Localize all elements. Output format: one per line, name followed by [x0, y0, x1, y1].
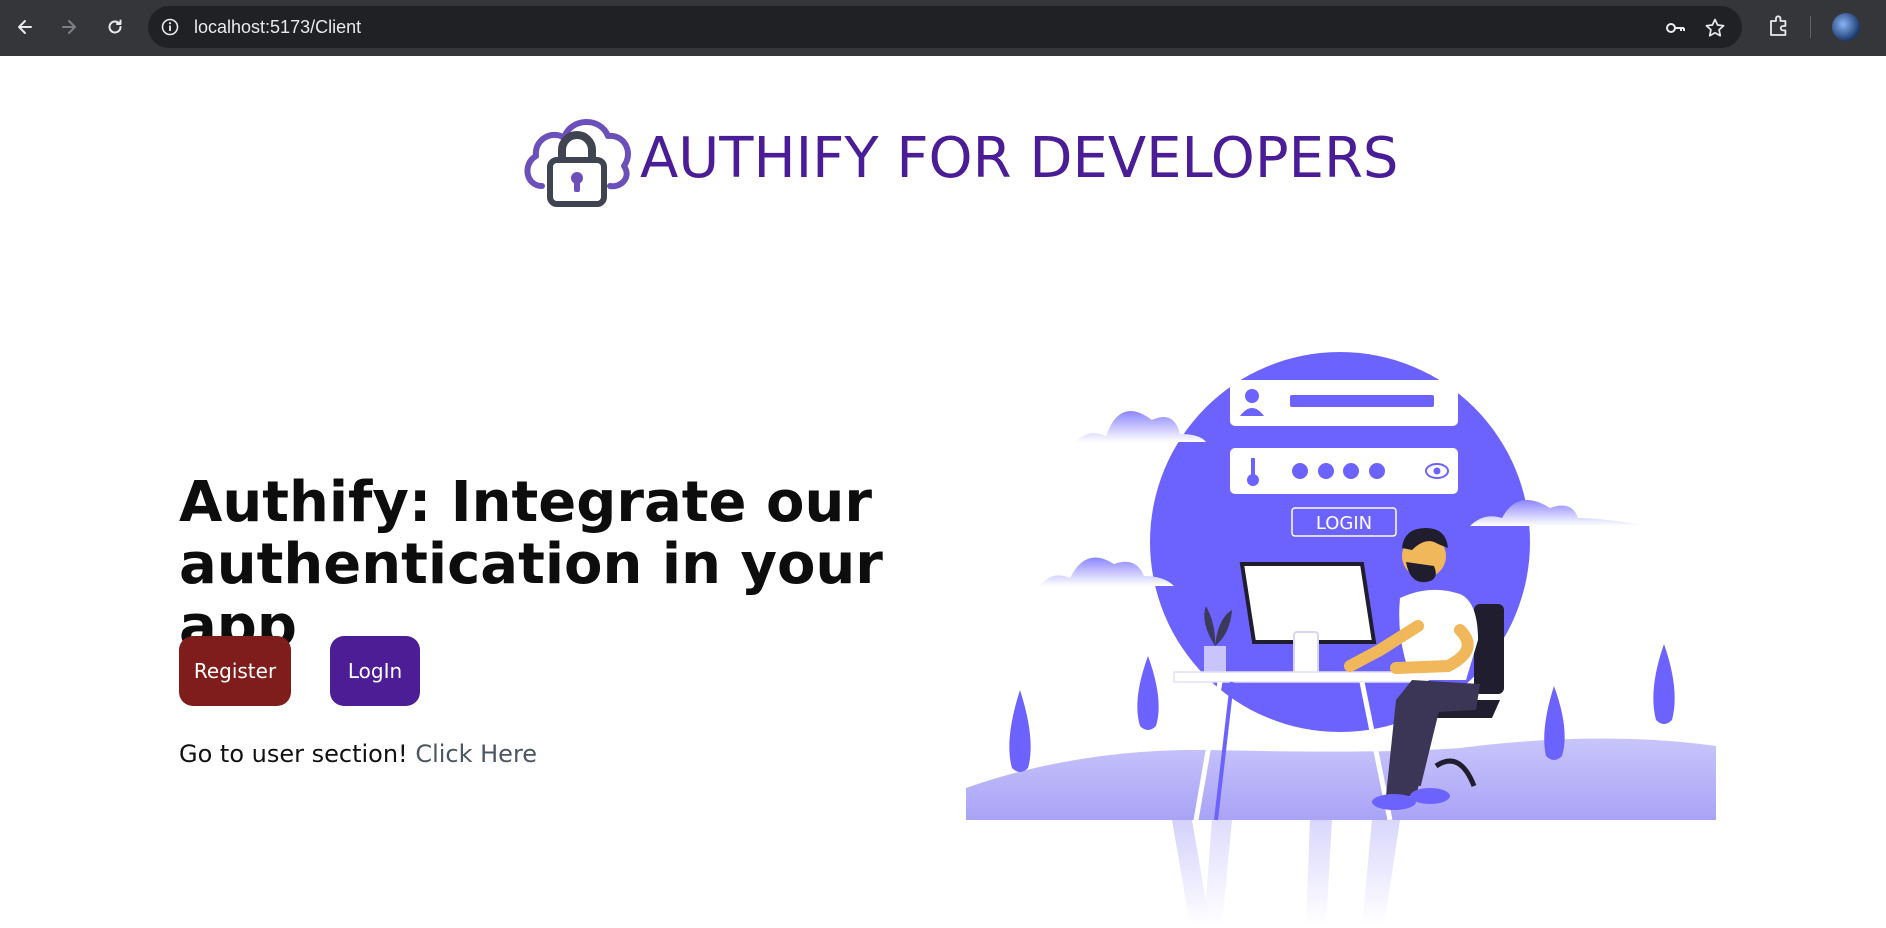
reflection	[1204, 820, 1232, 925]
extensions-puzzle-icon[interactable]	[1766, 13, 1792, 39]
password-dot	[1318, 463, 1334, 479]
user-section-link[interactable]: Click Here	[415, 740, 537, 768]
user-section-text: Go to user section!	[179, 740, 408, 768]
person-shoe	[1372, 794, 1416, 810]
brand-title: AUTHIFY FOR DEVELOPERS	[640, 125, 1399, 191]
monitor-icon	[1239, 562, 1377, 644]
site-info-icon[interactable]	[160, 17, 180, 37]
key-icon-shaft	[1251, 458, 1255, 476]
eye-icon-pupil	[1433, 467, 1441, 475]
password-dot	[1369, 463, 1385, 479]
plant-pot	[1204, 646, 1226, 672]
toolbar-divider	[1810, 16, 1811, 38]
illustration-login-label: LOGIN	[1316, 513, 1372, 534]
brand-header: AUTHIFY FOR DEVELOPERS	[520, 108, 1398, 208]
cloud-shape	[1076, 411, 1206, 442]
ground-hill	[966, 738, 1716, 820]
profile-avatar[interactable]	[1832, 13, 1860, 41]
reflection	[1362, 820, 1400, 925]
hero-heading: Authify: Integrate our authentication in…	[179, 472, 939, 658]
address-bar[interactable]: localhost:5173/Client	[148, 6, 1742, 48]
tree-icon	[1653, 644, 1675, 724]
reflection	[1172, 820, 1210, 925]
reload-icon[interactable]	[98, 10, 132, 44]
cloud-lock-logo-icon	[524, 119, 631, 207]
developer-login-illustration: LOGIN	[966, 352, 1716, 925]
username-bar	[1290, 395, 1434, 407]
back-arrow-icon[interactable]	[8, 10, 42, 44]
person-shoe	[1410, 788, 1450, 804]
browser-toolbar: localhost:5173/Client	[0, 0, 1886, 56]
url-text[interactable]: localhost:5173/Client	[194, 6, 361, 48]
user-icon	[1245, 389, 1259, 403]
chair-back	[1474, 604, 1504, 694]
reflection	[1306, 820, 1332, 925]
password-key-icon[interactable]	[1664, 17, 1686, 39]
login-button[interactable]: LogIn	[330, 636, 420, 706]
tree-icon	[1544, 686, 1565, 760]
forward-arrow-icon[interactable]	[52, 10, 86, 44]
tree-icon	[1009, 690, 1031, 772]
tree-icon	[1137, 656, 1159, 730]
password-dot	[1292, 463, 1308, 479]
password-dot	[1343, 463, 1359, 479]
register-button[interactable]: Register	[179, 636, 291, 706]
user-section-prompt: Go to user section! Click Here	[179, 740, 537, 768]
hero-heading-line-1: Authify: Integrate our	[179, 470, 872, 535]
bookmark-star-icon[interactable]	[1704, 17, 1726, 39]
monitor-stand	[1293, 631, 1319, 675]
desk-icon	[1173, 671, 1429, 683]
